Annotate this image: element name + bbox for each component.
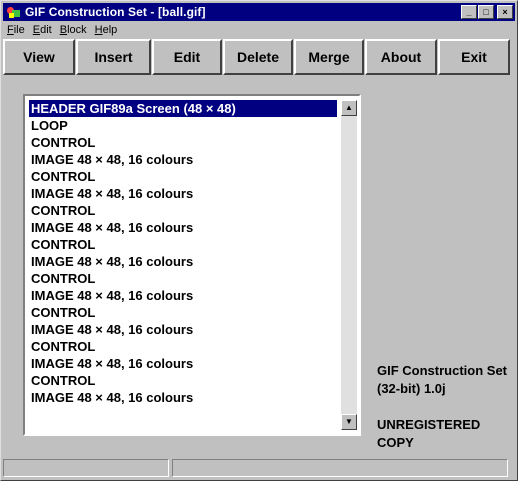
menu-file-rest: ile <box>13 24 25 36</box>
status-bar <box>3 459 515 479</box>
insert-button[interactable]: Insert <box>76 39 151 75</box>
about-button[interactable]: About <box>365 39 437 75</box>
list-item[interactable]: IMAGE 48 × 48, 16 colours <box>29 287 337 304</box>
list-item[interactable]: IMAGE 48 × 48, 16 colours <box>29 219 337 236</box>
menu-help-rest: elp <box>102 24 118 36</box>
vertical-scrollbar[interactable]: ▲ ▼ <box>341 100 357 430</box>
list-item[interactable]: CONTROL <box>29 168 337 185</box>
menu-file[interactable]: File <box>3 24 29 36</box>
block-list[interactable]: HEADER GIF89a Screen (48 × 48) LOOP CONTRO… <box>23 94 361 436</box>
app-window: GIF Construction Set - [ball.gif] _ □ × … <box>0 0 518 481</box>
menu-block[interactable]: Block <box>56 24 91 36</box>
list-item[interactable]: HEADER GIF89a Screen (48 × 48) <box>29 100 337 117</box>
menu-file-mnemonic: F <box>7 24 14 36</box>
list-item[interactable]: IMAGE 48 × 48, 16 colours <box>29 355 337 372</box>
registration-text: UNREGISTERED COPY <box>377 417 481 450</box>
list-item[interactable]: IMAGE 48 × 48, 16 colours <box>29 151 337 168</box>
title-bar[interactable]: GIF Construction Set - [ball.gif] _ □ × <box>3 3 515 21</box>
menu-block-rest: lock <box>67 24 87 36</box>
scroll-up-icon[interactable]: ▲ <box>341 100 357 116</box>
menu-edit-rest: dit <box>40 24 52 36</box>
menu-help[interactable]: Help <box>91 24 122 36</box>
window-controls: _ □ × <box>460 5 513 19</box>
menu-block-mnemonic: B <box>59 24 68 36</box>
menu-bar: File Edit Block Help <box>3 22 515 38</box>
toolbar: View Insert Edit Delete Merge About Exit <box>3 39 517 79</box>
window-title: GIF Construction Set - [ball.gif] <box>25 5 206 19</box>
maximize-icon[interactable]: □ <box>478 5 494 19</box>
delete-button[interactable]: Delete <box>223 39 293 75</box>
list-item[interactable]: CONTROL <box>29 372 337 389</box>
list-item[interactable]: CONTROL <box>29 236 337 253</box>
list-item[interactable]: CONTROL <box>29 304 337 321</box>
menu-edit-mnemonic: E <box>32 24 41 36</box>
list-item[interactable]: IMAGE 48 × 48, 16 colours <box>29 389 337 406</box>
minimize-icon[interactable]: _ <box>461 5 477 19</box>
scroll-down-icon[interactable]: ▼ <box>341 414 357 430</box>
list-item[interactable]: IMAGE 48 × 48, 16 colours <box>29 185 337 202</box>
view-button[interactable]: View <box>3 39 75 75</box>
edit-button[interactable]: Edit <box>152 39 222 75</box>
list-item[interactable]: LOOP <box>29 117 337 134</box>
menu-edit[interactable]: Edit <box>29 24 56 36</box>
close-icon[interactable]: × <box>497 5 513 19</box>
version-text: GIF Construction Set (32-bit) 1.0j <box>377 363 507 396</box>
app-icon[interactable] <box>6 5 22 19</box>
list-item[interactable]: CONTROL <box>29 202 337 219</box>
menu-help-mnemonic: H <box>94 24 103 36</box>
block-list-items: HEADER GIF89a Screen (48 × 48) LOOP CONTRO… <box>29 100 337 430</box>
list-item[interactable]: CONTROL <box>29 270 337 287</box>
list-item[interactable]: IMAGE 48 × 48, 16 colours <box>29 321 337 338</box>
list-item[interactable]: IMAGE 48 × 48, 16 colours <box>29 253 337 270</box>
list-item[interactable]: CONTROL <box>29 338 337 355</box>
status-pane-right <box>172 459 508 477</box>
merge-button[interactable]: Merge <box>294 39 364 75</box>
exit-button[interactable]: Exit <box>438 39 510 75</box>
list-item[interactable]: CONTROL <box>29 134 337 151</box>
status-pane-left <box>3 459 169 477</box>
